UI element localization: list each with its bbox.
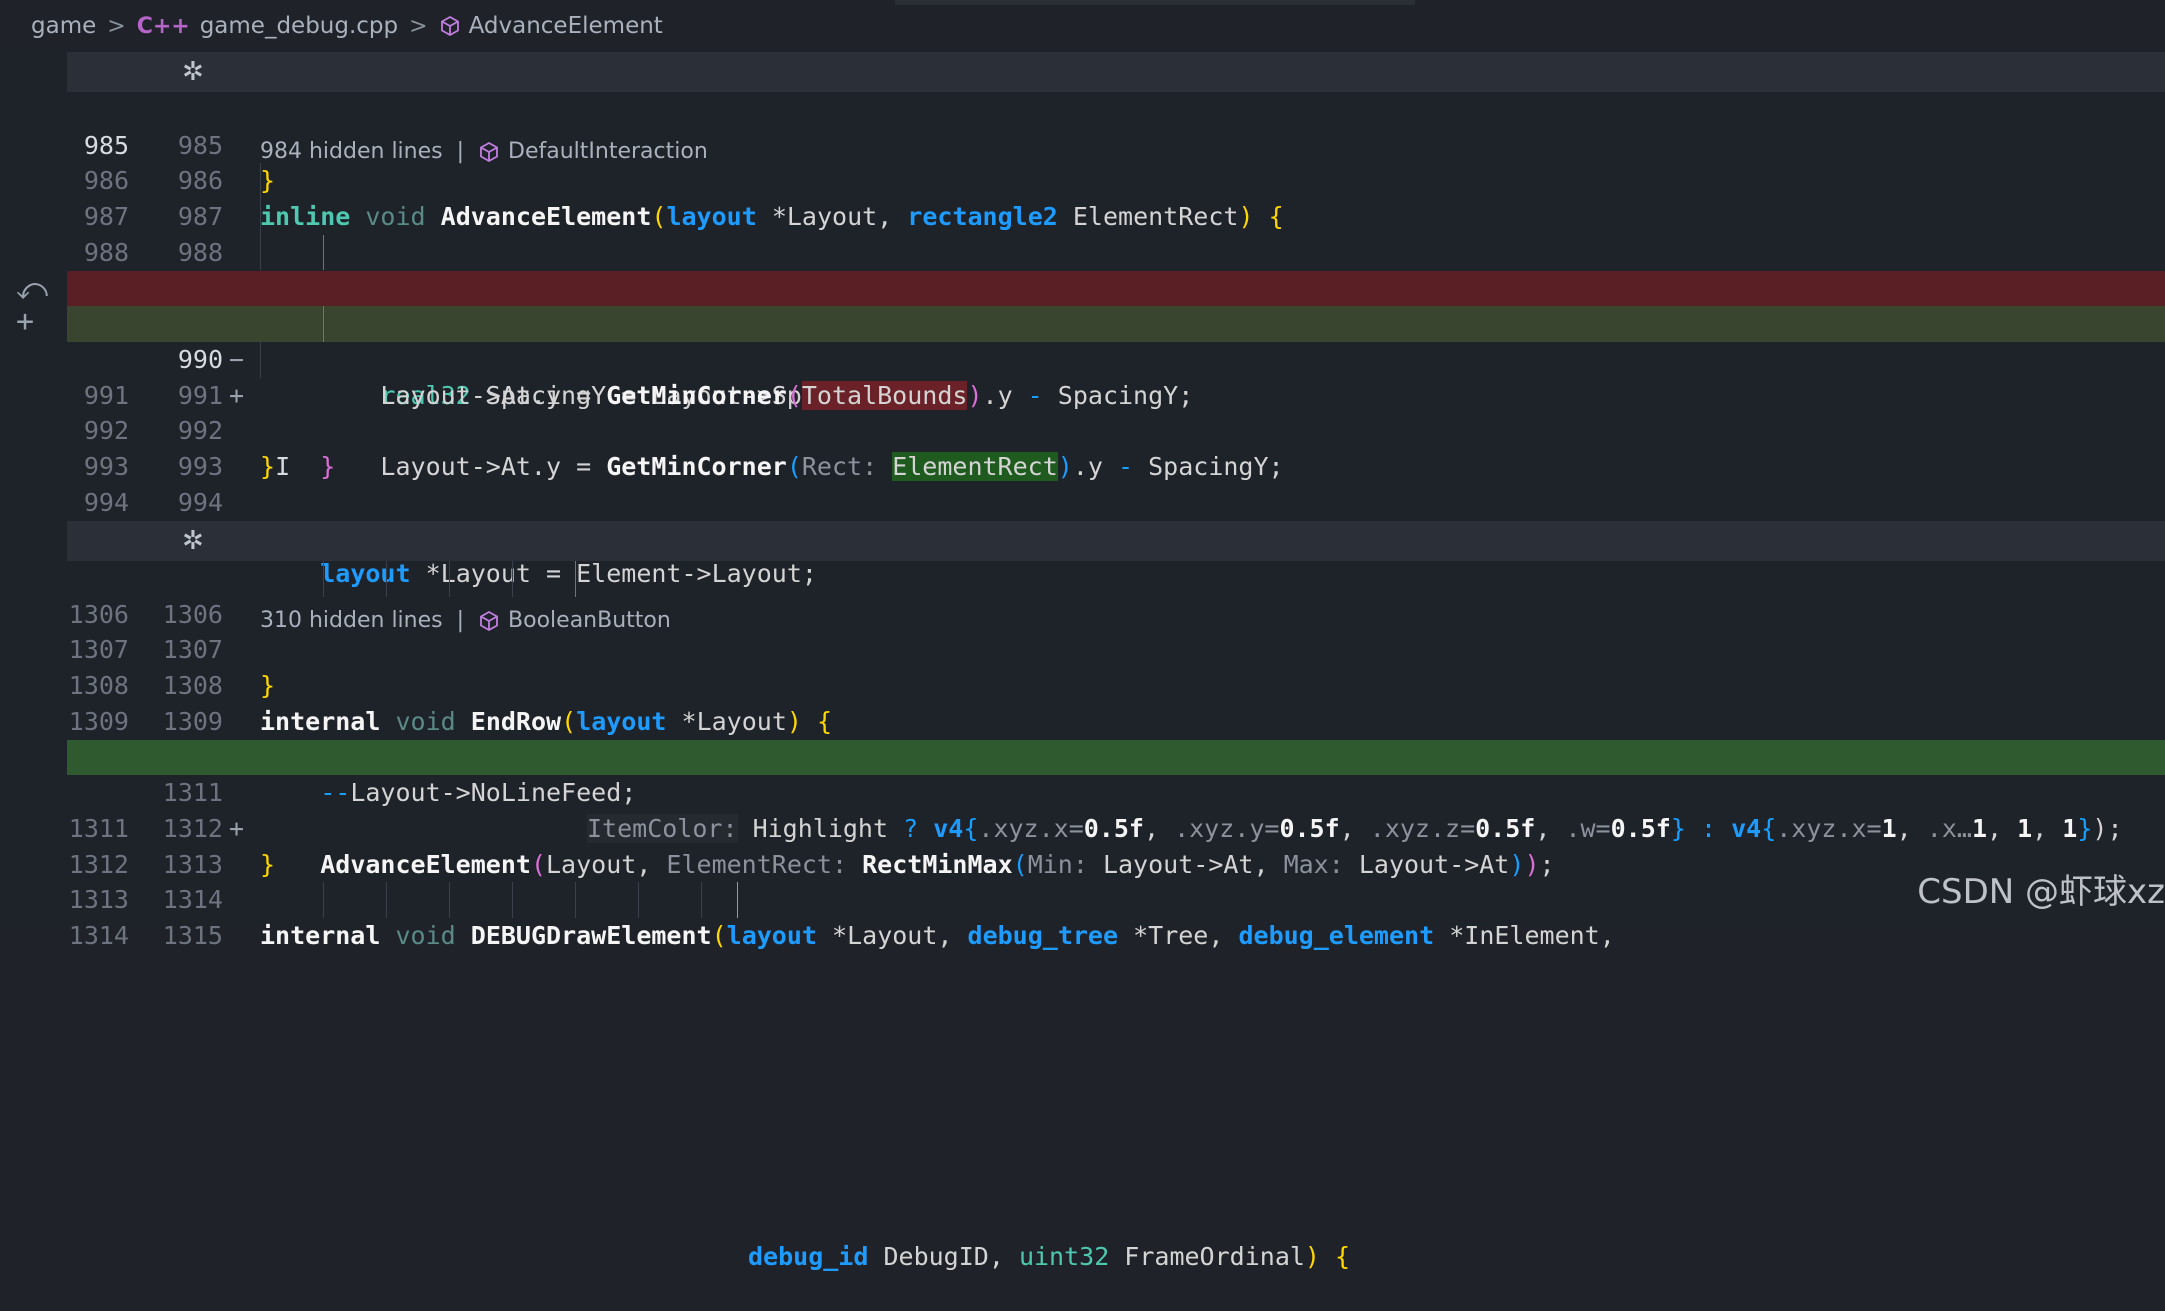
- hidden-lines-bar[interactable]: ✲ 984 hidden lines | DefaultInteraction: [67, 52, 2165, 164]
- indent-guide: [386, 882, 387, 918]
- indent-guide: [512, 561, 513, 597]
- indent-guide: [449, 882, 450, 918]
- chevron-right-icon: >: [107, 13, 126, 39]
- removed-line[interactable]: 990 − Layout->At.y = GetMinCorner(TotalB…: [67, 270, 2165, 410]
- watermark: CSDN @虾球xz: [1917, 872, 2165, 912]
- indent-guide: [575, 882, 576, 918]
- cpp-file-icon: C++: [136, 13, 190, 39]
- code-line[interactable]: 1311 1312 }: [67, 775, 2165, 879]
- code-line[interactable]: 988988 } else {: [67, 199, 2165, 338]
- code-line[interactable]: 1306 1306 ItemColor: Highlight ? v4{.xyz.…: [67, 561, 2165, 843]
- code-line[interactable]: 1308 1308 internal void EndRow(layout *La…: [67, 632, 2165, 736]
- indent-guide: [260, 199, 261, 235]
- code-text: internal void DEBUGDrawElement(layout *L…: [260, 921, 1615, 950]
- code-line[interactable]: 1312 1313: [67, 811, 2165, 879]
- unfold-icon[interactable]: ✲: [182, 52, 204, 92]
- code-line[interactable]: 986 986 inline void AdvanceElement(layout…: [67, 128, 2165, 231]
- plus-icon[interactable]: +: [16, 304, 34, 339]
- code-line[interactable]: 992 992 }I: [67, 378, 2165, 481]
- tab-strip-edge: [895, 0, 1415, 5]
- code-line[interactable]: 989989 real32 SpacingY = Layout->Spacing…: [67, 234, 2165, 410]
- cube-icon: [440, 15, 459, 37]
- indent-guide: [323, 234, 324, 271]
- code-line[interactable]: 995995 layout *Layout = Element->Layout;: [67, 485, 2165, 588]
- indent-guide: [260, 234, 261, 271]
- code-line[interactable]: 13091309 Assert(Layout->NoLineFeed > 0);: [67, 668, 2165, 772]
- hidden-lines-bar[interactable]: ✲ 310 hidden lines | BooleanButton: [67, 521, 2165, 633]
- indent-guide: [323, 882, 324, 918]
- diff-editor[interactable]: ✲ 984 hidden lines | DefaultInteraction …: [0, 52, 2165, 1271]
- code-line[interactable]: 994994 inline void EndElement(layout_ele…: [67, 449, 2165, 553]
- glyph-margin: [0, 52, 67, 925]
- code-line[interactable]: 991 991 }: [67, 341, 2165, 481]
- indent-guide: [260, 163, 261, 200]
- breadcrumb-folder[interactable]: game: [31, 13, 96, 39]
- code-line[interactable]: 987987 if (Layout->NoLineFeed) {: [67, 163, 2165, 303]
- breadcrumb: game > C++ game_debug.cpp > AdvanceEleme…: [0, 0, 2165, 52]
- code-line[interactable]: 1314 1315 debug_id DebugID, uint32 FrameO…: [67, 882, 2165, 1271]
- added-line[interactable]: 990 + Layout->At.y = GetMinCorner(Rect: …: [67, 306, 2165, 481]
- indent-guide: [512, 882, 513, 918]
- indent-guide: [323, 561, 324, 597]
- indent-guide: [638, 882, 639, 918]
- code-line[interactable]: 985 985 }: [67, 92, 2165, 196]
- code-line[interactable]: 1307 1307 }: [67, 597, 2165, 700]
- indent-guide: [323, 306, 324, 342]
- code-text: debug_id DebugID, uint32 FrameOrdinal) {: [748, 1242, 1351, 1272]
- indent-guide: [701, 882, 702, 918]
- revert-icon[interactable]: ⤺: [16, 272, 48, 307]
- chevron-right-icon: >: [409, 13, 428, 39]
- breadcrumb-file[interactable]: C++ game_debug.cpp: [137, 13, 398, 39]
- added-line[interactable]: 1311 + AdvanceElement(Layout, ElementRec…: [67, 739, 2165, 879]
- indent-guide: [386, 561, 387, 597]
- indent-guide: [737, 882, 738, 918]
- code-line[interactable]: 1313 1314 internal void DEBUGDrawElement(…: [67, 847, 2165, 950]
- breadcrumb-symbol[interactable]: AdvanceElement: [439, 13, 663, 39]
- unfold-icon[interactable]: ✲: [182, 521, 204, 561]
- indent-guide: [260, 341, 261, 378]
- indent-guide: [449, 561, 450, 597]
- code-line[interactable]: 993 993: [67, 413, 2165, 481]
- indent-guide: [575, 561, 576, 597]
- code-line[interactable]: 13101310 --Layout->NoLineFeed;: [67, 704, 2165, 808]
